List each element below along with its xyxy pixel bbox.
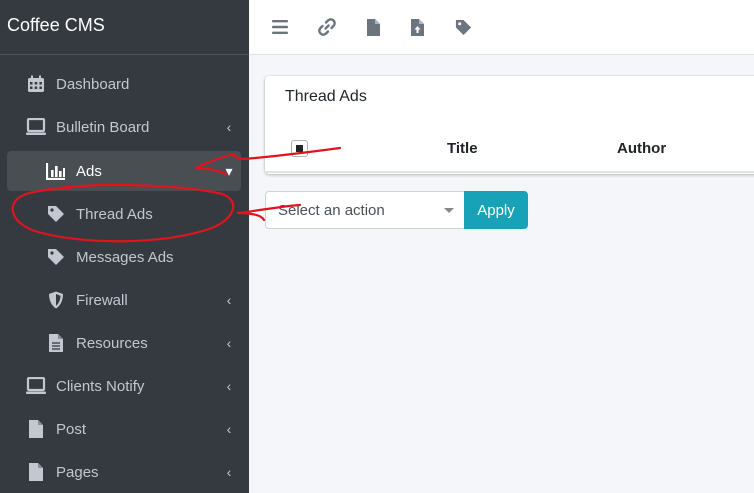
sidebar-item-ads[interactable]: Ads ▾ [7,151,241,191]
menu-icon[interactable] [269,16,291,38]
sidebar-item-thread-ads[interactable]: Thread Ads [7,195,241,233]
tag-icon [45,203,67,225]
sidebar-item-firewall[interactable]: Firewall ‹ [7,281,241,319]
sidebar-item-bulletin-board[interactable]: Bulletin Board ‹ [7,108,241,146]
chevron-down-icon: ▾ [225,162,233,179]
sidebar-item-label: Ads [76,162,102,180]
chevron-left-icon: ‹ [226,421,232,437]
brand-title[interactable]: Coffee CMS [0,0,249,55]
sidebar-item-clients-notify[interactable]: Clients Notify ‹ [7,367,241,405]
sidebar-item-label: Bulletin Board [56,118,150,136]
sidebar-item-label: Messages Ads [76,248,174,266]
caret-down-icon [444,208,454,213]
sidebar-item-label: Thread Ads [76,205,153,223]
link-icon[interactable] [316,16,338,38]
sidebar-item-label: Dashboard [56,75,130,93]
file-icon [25,461,47,483]
sidebar: Coffee CMS Dashboard Bulletin Board ‹ Ad… [0,0,249,493]
action-select[interactable]: Select an action [265,191,465,229]
file-icon [45,332,67,354]
sidebar-item-label: Resources [76,334,148,352]
sidebar-item-resources[interactable]: Resources ‹ [7,324,241,362]
apply-button[interactable]: Apply [464,191,528,229]
file-icon[interactable] [362,16,384,38]
sidebar-item-dashboard[interactable]: Dashboard [7,65,241,103]
tag-icon [45,246,67,268]
sidebar-item-label: Firewall [76,291,128,309]
file-icon [25,418,47,440]
chevron-left-icon: ‹ [226,378,232,394]
sidebar-item-label: Pages [56,463,99,481]
select-all-checkbox[interactable] [291,140,308,157]
action-select-value: Select an action [278,202,385,219]
column-header-title[interactable]: Title [447,140,478,157]
chevron-left-icon: ‹ [226,464,232,480]
laptop-icon [25,116,47,138]
file-upload-icon[interactable] [406,16,428,38]
table-header-divider [265,171,754,174]
card-title: Thread Ads [285,88,367,105]
chevron-left-icon: ‹ [226,119,232,135]
sidebar-item-label: Post [56,420,87,438]
sidebar-item-messages-ads[interactable]: Messages Ads [7,238,241,276]
column-header-author[interactable]: Author [617,140,666,157]
chevron-left-icon: ‹ [226,292,232,308]
tag-icon[interactable] [452,16,474,38]
sidebar-item-label: Clients Notify [56,377,145,395]
sidebar-item-post[interactable]: Post ‹ [7,410,241,448]
topbar [249,0,754,55]
sidebar-item-pages[interactable]: Pages ‹ [7,453,241,491]
calendar-icon [25,73,47,95]
laptop-icon [25,375,47,397]
shield-icon [45,289,67,311]
chevron-left-icon: ‹ [226,335,232,351]
thread-ads-card: Thread Ads Title Author [265,76,754,174]
chart-bar-icon [45,160,67,182]
